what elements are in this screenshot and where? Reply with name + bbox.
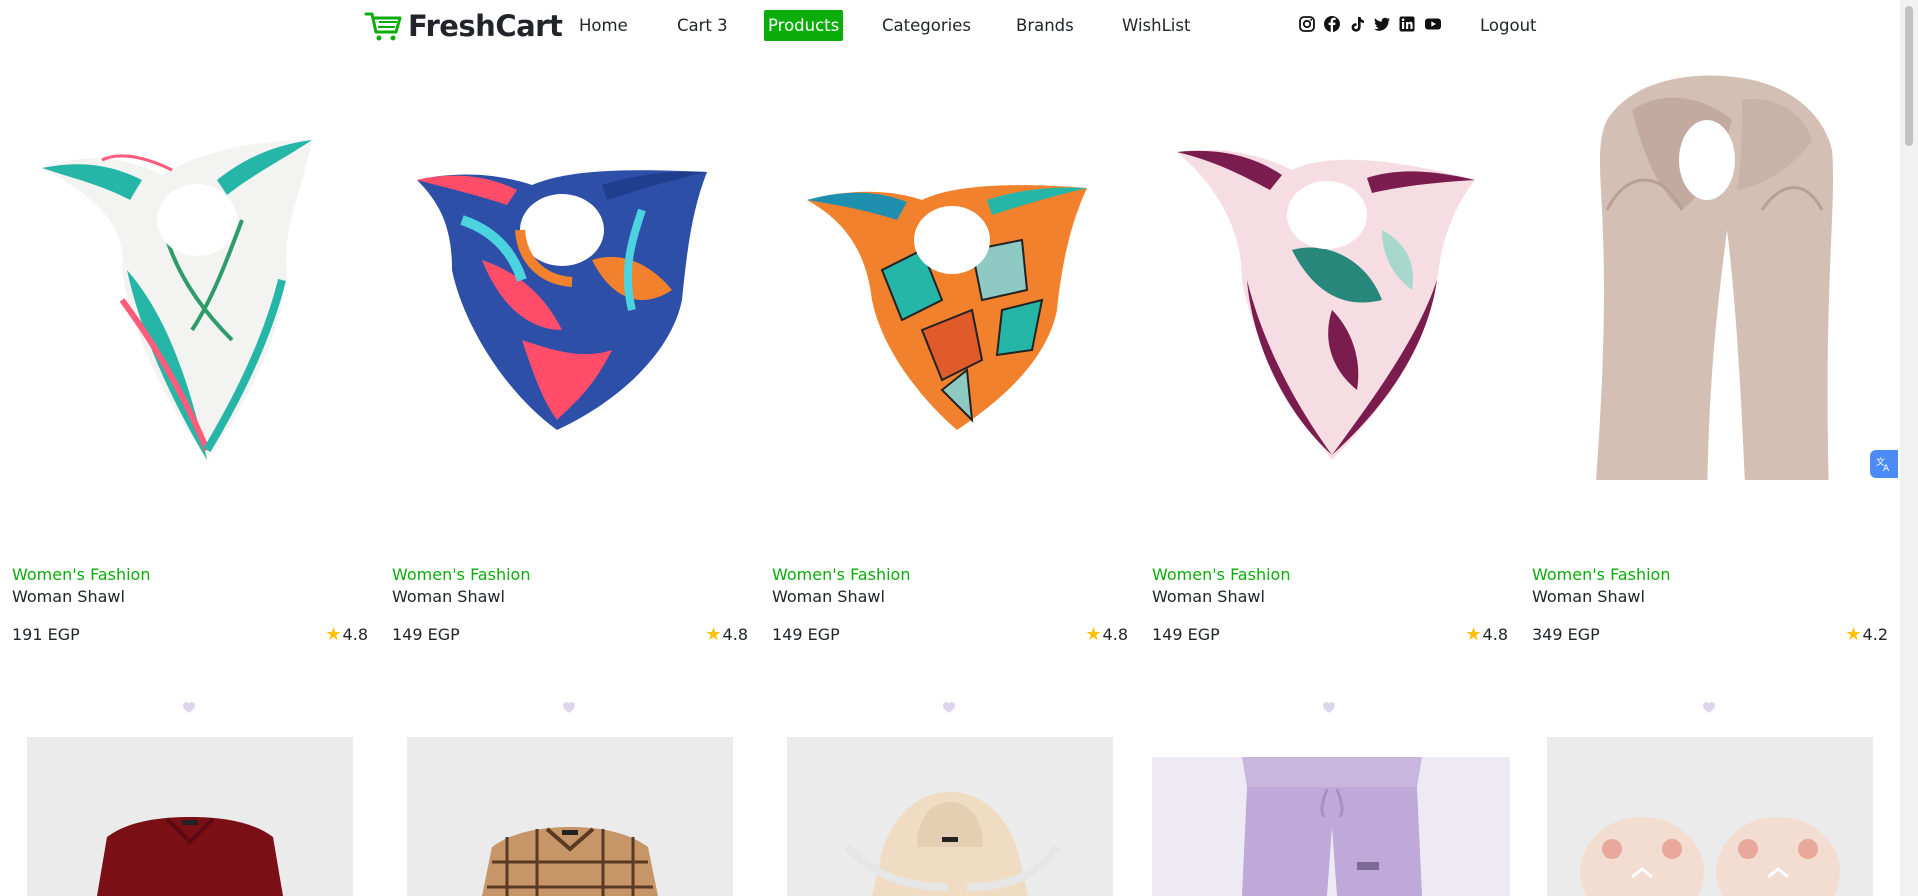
- product-price: 349 EGP: [1532, 625, 1600, 644]
- wishlist-heart-icon[interactable]: [1322, 701, 1336, 714]
- rating-value: 4.8: [1102, 625, 1128, 644]
- star-icon: ★: [1465, 623, 1482, 645]
- lavender-set-image: [1242, 757, 1422, 896]
- product-image[interactable]: [1152, 10, 1522, 480]
- product-title: Woman Shawl: [392, 587, 505, 606]
- rating-value: 4.8: [722, 625, 748, 644]
- star-icon: ★: [705, 623, 722, 645]
- product-category: Women's Fashion: [392, 565, 531, 584]
- star-icon: ★: [1085, 623, 1102, 645]
- product-image[interactable]: [787, 737, 1113, 896]
- product-image[interactable]: [1547, 737, 1873, 896]
- product-title: Woman Shawl: [1152, 587, 1265, 606]
- wishlist-heart-icon[interactable]: [182, 701, 196, 714]
- product-category: Women's Fashion: [1152, 565, 1291, 584]
- product-card[interactable]: Women's Fashion Woman Shawl 149 EGP ★ 4.…: [1152, 10, 1522, 660]
- product-price: 149 EGP: [772, 625, 840, 644]
- product-image[interactable]: [392, 10, 762, 480]
- slippers-image: [1580, 817, 1840, 896]
- product-price: 149 EGP: [392, 625, 460, 644]
- product-price: 191 EGP: [12, 625, 80, 644]
- wishlist-heart-icon[interactable]: [1702, 701, 1716, 714]
- product-category: Women's Fashion: [1532, 565, 1671, 584]
- star-icon: ★: [1845, 623, 1862, 645]
- product-image[interactable]: [407, 737, 733, 896]
- red-shirt-image: [97, 817, 283, 896]
- product-card[interactable]: Women's Fashion Woman Shawl 149 EGP ★ 4.…: [392, 10, 762, 660]
- product-rating: ★ 4.8: [1085, 625, 1128, 644]
- product-rating: ★ 4.2: [1845, 625, 1888, 644]
- rating-value: 4.2: [1862, 625, 1888, 644]
- product-rating: ★ 4.8: [705, 625, 748, 644]
- product-title: Woman Shawl: [1532, 587, 1645, 606]
- product-title: Woman Shawl: [772, 587, 885, 606]
- hoodie-image: [844, 792, 1061, 896]
- product-title: Woman Shawl: [12, 587, 125, 606]
- product-rating: ★ 4.8: [325, 625, 368, 644]
- rating-value: 4.8: [342, 625, 368, 644]
- wishlist-heart-icon[interactable]: [562, 701, 576, 714]
- product-image[interactable]: [1152, 757, 1510, 896]
- plaid-shirt-image: [482, 827, 658, 896]
- product-category: Women's Fashion: [772, 565, 911, 584]
- product-image[interactable]: [27, 737, 353, 896]
- product-image[interactable]: [1532, 10, 1902, 480]
- product-card[interactable]: Women's Fashion Woman Shawl 149 EGP ★ 4.…: [772, 10, 1142, 660]
- star-icon: ★: [325, 623, 342, 645]
- wishlist-heart-icon[interactable]: [942, 701, 956, 714]
- product-price: 149 EGP: [1152, 625, 1220, 644]
- rating-value: 4.8: [1482, 625, 1508, 644]
- page-scrollbar[interactable]: [1900, 0, 1918, 896]
- scrollbar-thumb[interactable]: [1905, 6, 1913, 146]
- product-image[interactable]: [12, 10, 382, 480]
- product-card[interactable]: Women's Fashion Woman Shawl 191 EGP ★ 4.…: [12, 10, 382, 660]
- product-card[interactable]: Women's Fashion Woman Shawl 349 EGP ★ 4.…: [1532, 10, 1902, 660]
- product-image[interactable]: [772, 10, 1142, 480]
- product-rating: ★ 4.8: [1465, 625, 1508, 644]
- product-category: Women's Fashion: [12, 565, 151, 584]
